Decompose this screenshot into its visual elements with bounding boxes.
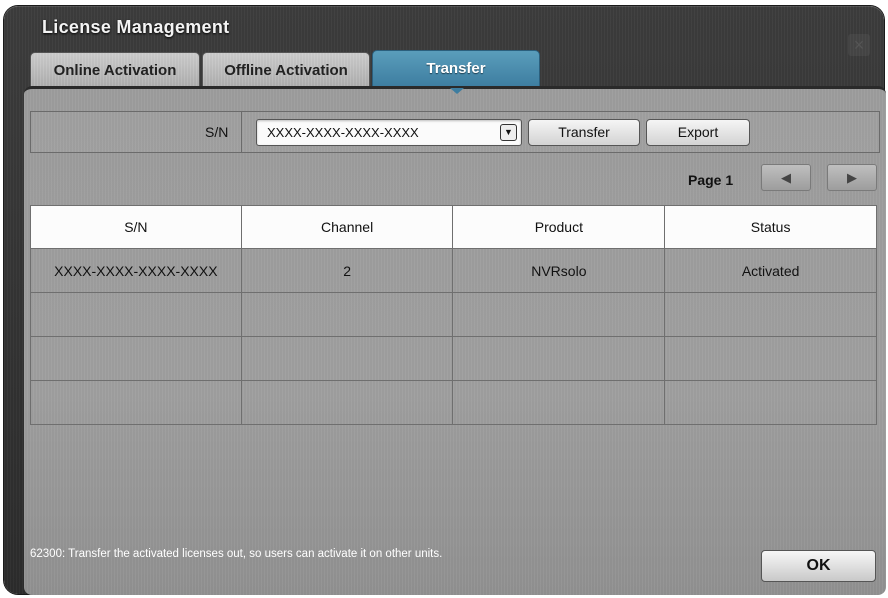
cell-channel: [240, 380, 454, 425]
tab-pointer-icon: [450, 88, 464, 94]
cell-status: [664, 292, 877, 337]
serial-select[interactable]: XXXX-XXXX-XXXX-XXXX ▼: [256, 119, 522, 146]
next-page-button[interactable]: ▶: [827, 164, 877, 191]
export-button[interactable]: Export: [646, 119, 750, 146]
cell-product: NVRsolo: [452, 248, 666, 293]
table-row[interactable]: [30, 292, 877, 337]
cell-channel: [240, 292, 454, 337]
table-header-row: S/N Channel Product Status: [30, 205, 877, 249]
cell-sn: [30, 292, 242, 337]
tab-offline-activation[interactable]: Offline Activation: [202, 52, 370, 89]
status-message: 62300: Transfer the activated licenses o…: [30, 548, 443, 560]
window-title: License Management: [42, 17, 230, 37]
cell-sn: [30, 336, 242, 381]
table-row[interactable]: XXXX-XXXX-XXXX-XXXX 2 NVRsolo Activated: [30, 248, 877, 293]
cell-channel: 2: [240, 248, 454, 293]
column-header-product[interactable]: Product: [452, 205, 666, 249]
tab-transfer[interactable]: Transfer: [372, 50, 540, 88]
close-icon[interactable]: ×: [848, 34, 870, 56]
prev-page-button[interactable]: ◀: [761, 164, 811, 191]
transfer-button[interactable]: Transfer: [528, 119, 640, 146]
divider: [241, 112, 242, 152]
cell-sn: [30, 380, 242, 425]
tab-online-activation[interactable]: Online Activation: [30, 52, 200, 89]
cell-status: Activated: [664, 248, 877, 293]
page-indicator: Page 1: [688, 172, 734, 188]
cell-product: [452, 336, 666, 381]
ok-button[interactable]: OK: [761, 550, 876, 582]
cell-product: [452, 292, 666, 337]
column-header-sn[interactable]: S/N: [30, 205, 242, 249]
column-header-channel[interactable]: Channel: [240, 205, 454, 249]
chevron-down-icon[interactable]: ▼: [500, 124, 517, 141]
license-table: S/N Channel Product Status XXXX-XXXX-XXX…: [30, 205, 877, 425]
table-row[interactable]: [30, 336, 877, 381]
cell-channel: [240, 336, 454, 381]
cell-status: [664, 380, 877, 425]
serial-label: S/N: [205, 124, 229, 140]
cell-product: [452, 380, 666, 425]
column-header-status[interactable]: Status: [664, 205, 877, 249]
serial-select-value: XXXX-XXXX-XXXX-XXXX: [267, 125, 419, 140]
serial-row: S/N XXXX-XXXX-XXXX-XXXX ▼ Transfer Expor…: [30, 111, 880, 153]
cell-status: [664, 336, 877, 381]
cell-sn: XXXX-XXXX-XXXX-XXXX: [30, 248, 242, 293]
table-row[interactable]: [30, 380, 877, 425]
